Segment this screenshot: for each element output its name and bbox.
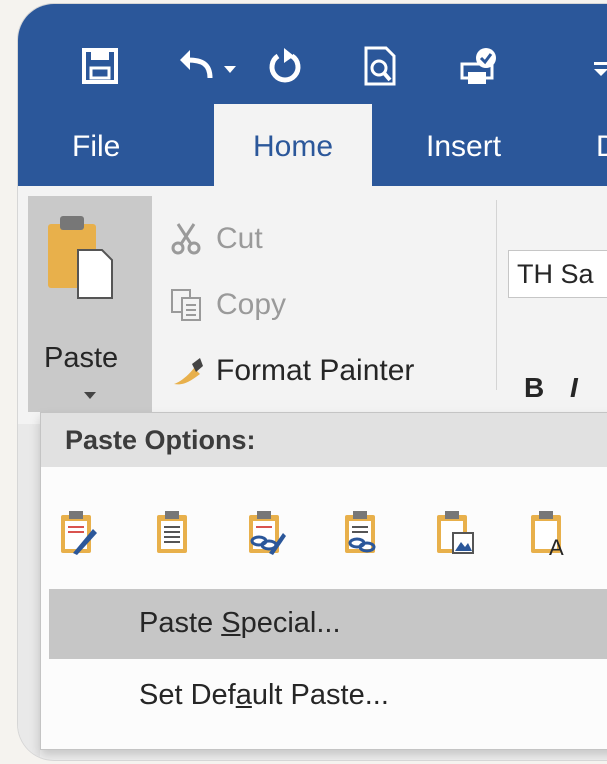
undo-dropdown-icon[interactable] (218, 46, 242, 86)
print-preview-icon[interactable] (360, 46, 400, 86)
tab-design[interactable]: D (596, 104, 607, 186)
paste-button[interactable]: Paste (28, 196, 152, 412)
paste-dropdown-arrow[interactable] (84, 392, 96, 399)
tab-file[interactable]: File (72, 104, 120, 186)
save-icon[interactable] (80, 46, 120, 86)
italic-button[interactable]: I (570, 372, 578, 404)
font-name-box[interactable]: TH Sa (508, 250, 607, 298)
set-default-paste-label: Set Default Paste... (139, 679, 389, 711)
keep-source-link-icon[interactable] (247, 509, 287, 557)
copy-icon (171, 289, 201, 321)
document-edge (18, 424, 40, 760)
picture-icon[interactable] (435, 509, 475, 557)
paste-options-row: A (41, 467, 607, 587)
tab-insert[interactable]: Insert (426, 104, 501, 186)
paste-label: Paste (44, 342, 119, 374)
paste-options-menu: Paste Options: A Paste Special... Set De… (40, 412, 607, 750)
merge-link-icon[interactable] (341, 509, 381, 557)
merge-formatting-icon[interactable] (153, 509, 193, 557)
home-ribbon: Paste Cut Copy Format Painter (18, 186, 607, 426)
redo-icon[interactable] (266, 46, 306, 86)
customize-icon[interactable] (592, 46, 607, 86)
cut-label: Cut (216, 222, 263, 255)
spelling-icon[interactable] (458, 46, 502, 86)
paste-special-label: Paste Special... (139, 607, 341, 639)
ribbon-tabs: File Home Insert D (18, 104, 607, 186)
word-window: File Home Insert D Paste Cut Copy Format… (18, 4, 607, 760)
svg-text:A: A (549, 535, 564, 557)
copy-label: Copy (216, 288, 287, 321)
set-default-paste-item[interactable]: Set Default Paste... (49, 661, 607, 731)
format-painter-label: Format Painter (216, 354, 415, 387)
undo-icon[interactable] (176, 46, 216, 86)
format-painter-icon (174, 358, 203, 385)
paste-options-header: Paste Options: (41, 413, 607, 467)
tab-home[interactable]: Home (214, 104, 372, 186)
paste-clipboard-icon (48, 216, 113, 299)
scissors-icon (171, 223, 201, 255)
paste-special-item[interactable]: Paste Special... (49, 589, 607, 659)
keep-text-only-icon[interactable]: A (529, 509, 569, 557)
keep-source-formatting-icon[interactable] (59, 509, 99, 557)
quick-access-toolbar (18, 4, 607, 104)
group-divider (496, 200, 497, 390)
bold-button[interactable]: B (524, 372, 544, 404)
